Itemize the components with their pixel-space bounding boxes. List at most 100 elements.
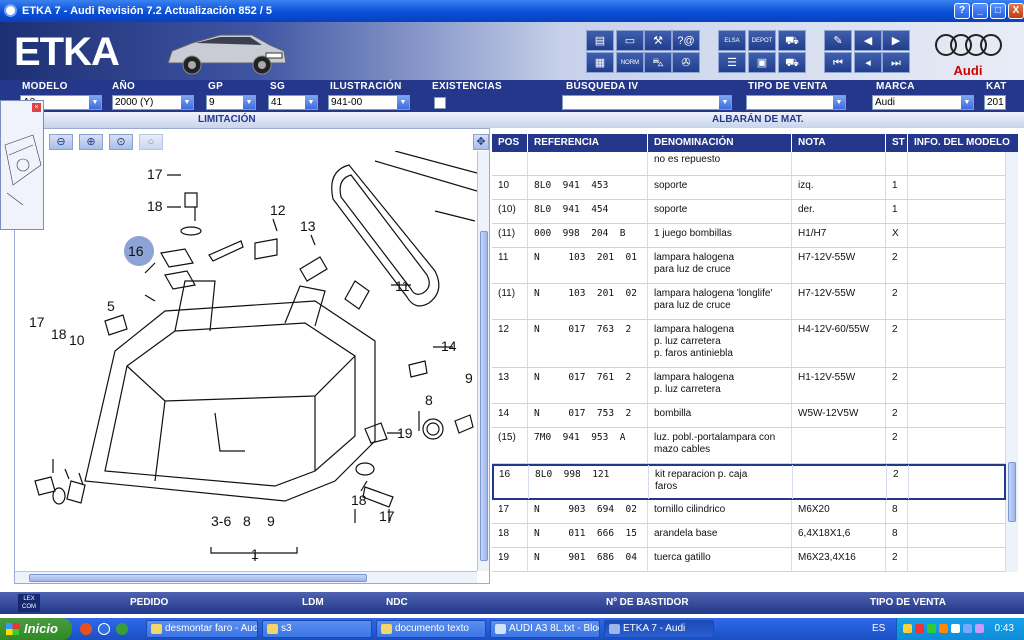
task-button[interactable]: documento texto [376,620,486,638]
depot-icon[interactable]: DEPOT [748,30,776,51]
marca-select[interactable]: Audi ▼ [872,95,974,110]
chevron-down-icon[interactable]: ▼ [305,96,317,109]
task-button[interactable]: desmontar faro - Aud... [146,620,258,638]
tipo-venta-select[interactable]: ▼ [746,95,846,110]
callout-label[interactable]: 14 [441,338,457,354]
table-row[interactable]: 17 N 903 694 02 tornillo cilindrico M6X20 8 [492,500,1006,524]
callout-label[interactable]: 18 [147,198,163,214]
cart-icon[interactable]: ⛟ [778,30,806,51]
table-row[interactable]: 11 N 103 201 01 lampara halogena para luz d… [492,248,1006,284]
tipo-venta-button[interactable]: TIPO DE VENTA [870,592,946,614]
quicklaunch-icon[interactable] [116,623,128,635]
callout-label[interactable]: 3-6 [211,513,231,529]
callout-label[interactable]: 8 [425,392,433,408]
callout-label[interactable]: 18 [351,492,367,508]
previous-icon[interactable]: ◂ [854,52,882,73]
car-icon[interactable]: ⛍ [644,52,672,73]
table-row[interactable]: 13 N 017 761 2 lampara halogena p. luz carr… [492,368,1006,404]
ie-icon[interactable] [98,623,110,635]
info-icon[interactable]: ?@ [672,30,700,51]
callout-label[interactable]: 11 [395,278,410,294]
column-header-info[interactable]: INFO. DEL MODELO [908,134,1018,152]
print-icon[interactable]: ▤ [586,30,614,51]
table-row[interactable]: 12 N 017 763 2 lampara halogena p. luz carr… [492,320,1006,368]
page-forward-icon[interactable]: ▶ [882,30,910,51]
callout-label[interactable]: 12 [270,202,286,218]
zoom-out-icon[interactable]: ⊖ [49,134,73,150]
elsa-icon[interactable]: ELSA [718,30,746,51]
table-row[interactable]: 10 8L0 941 453 soporte izq. 1 [492,176,1006,200]
callout-label[interactable]: 17 [379,508,395,524]
column-header-nota[interactable]: NOTA [792,134,886,152]
chevron-down-icon[interactable]: ▼ [243,96,255,109]
last-page-icon[interactable]: ⏭ [882,52,910,73]
column-header-denominacion[interactable]: DENOMINACIÓN [648,134,792,152]
chevron-down-icon[interactable]: ▼ [961,96,973,109]
table-row[interactable]: no es repuesto [492,152,1006,176]
task-button[interactable]: s3 [262,620,372,638]
scroll-thumb[interactable] [1008,462,1016,522]
callout-label[interactable]: 8 [243,513,251,529]
column-header-pos[interactable]: POS [492,134,528,152]
existencias-checkbox[interactable] [434,97,446,109]
tray-icon[interactable] [927,624,936,633]
table-row[interactable]: 14 N 017 753 2 bombilla W5W-12V5W 2 [492,404,1006,428]
cart-add-icon[interactable]: ⛟ [778,52,806,73]
chevron-down-icon[interactable]: ▼ [719,96,731,109]
zoom-in-icon[interactable]: ⊕ [79,134,103,150]
wheel-icon[interactable]: ✇ [672,52,700,73]
first-page-icon[interactable]: ⏮ [824,52,852,73]
busqueda-input[interactable]: ▼ [562,95,732,110]
list-icon[interactable]: ☰ [718,52,746,73]
ilustracion-select[interactable]: 941-00 ▼ [328,95,410,110]
callout-label[interactable]: 16 [128,243,144,259]
chevron-down-icon[interactable]: ▼ [89,96,101,109]
callout-label[interactable]: 1 [251,546,259,562]
table-row[interactable]: (11) N 103 201 02 lampara halogena 'longli… [492,284,1006,320]
callout-label[interactable]: 18 [51,326,67,342]
chevron-down-icon[interactable]: ▼ [833,96,845,109]
callout-label[interactable]: 9 [267,513,275,529]
ano-select[interactable]: 2000 (Y) ▼ [112,95,194,110]
table-row[interactable]: (15) 7M0 941 953 Aluz. pobl.-portalampara… [492,428,1006,464]
volume-icon[interactable] [963,624,972,633]
car-wrench-icon[interactable]: ⚒ [644,30,672,51]
maximize-button[interactable]: □ [990,3,1006,19]
table-vertical-scrollbar[interactable] [1006,152,1018,572]
chevron-down-icon[interactable]: ▼ [397,96,409,109]
language-indicator[interactable]: ES [872,618,885,640]
monitor-icon[interactable]: ▭ [616,30,644,51]
tray-icon[interactable] [903,624,912,633]
headlight-diagram[interactable]: 17 18 12 13 16 5 11 17 18 10 14 9 8 19 1… [15,151,477,571]
ldm-button[interactable]: LDM [302,592,324,614]
task-button[interactable]: AUDI A3 8L.txt - Bloc... [490,620,600,638]
close-button[interactable]: X [1008,3,1024,19]
table-row[interactable]: 19 N 901 686 04 tuerca gatillo M6X23,4X16 2 [492,548,1006,572]
tray-icon[interactable] [951,624,960,633]
firefox-icon[interactable] [80,623,92,635]
start-button[interactable]: Inicio [0,618,72,640]
table-row[interactable]: (10) 8L0 941 454 soporte der. 1 [492,200,1006,224]
table-row[interactable]: 18 N 011 666 15 arandela base 6,4X18X1,6 8 [492,524,1006,548]
tray-icon[interactable] [915,624,924,633]
kat-field[interactable]: 201 [984,95,1006,110]
zoom-fit-icon[interactable]: ⊙ [109,134,133,150]
column-header-referencia[interactable]: REFERENCIA [528,134,648,152]
document-icon[interactable]: ▦ [586,52,614,73]
gp-select[interactable]: 9 ▼ [206,95,256,110]
minimize-button[interactable]: _ [972,3,988,19]
close-icon[interactable]: × [32,103,41,112]
tray-icon[interactable] [975,624,984,633]
screens-icon[interactable]: ▣ [748,52,776,73]
column-header-st[interactable]: ST [886,134,908,152]
bastidor-button[interactable]: Nº DE BASTIDOR [606,592,689,614]
callout-label[interactable]: 10 [69,332,85,348]
zoom-reset-icon[interactable]: ○ [139,134,163,150]
callout-label[interactable]: 17 [29,314,45,330]
expand-icon[interactable]: ✥ [473,134,489,150]
tray-icon[interactable] [939,624,948,633]
callout-label[interactable]: 19 [397,425,413,441]
pedido-button[interactable]: PEDIDO [130,592,168,614]
task-button-active[interactable]: ETKA 7 - Audi [604,620,714,638]
scroll-thumb[interactable] [29,574,367,582]
